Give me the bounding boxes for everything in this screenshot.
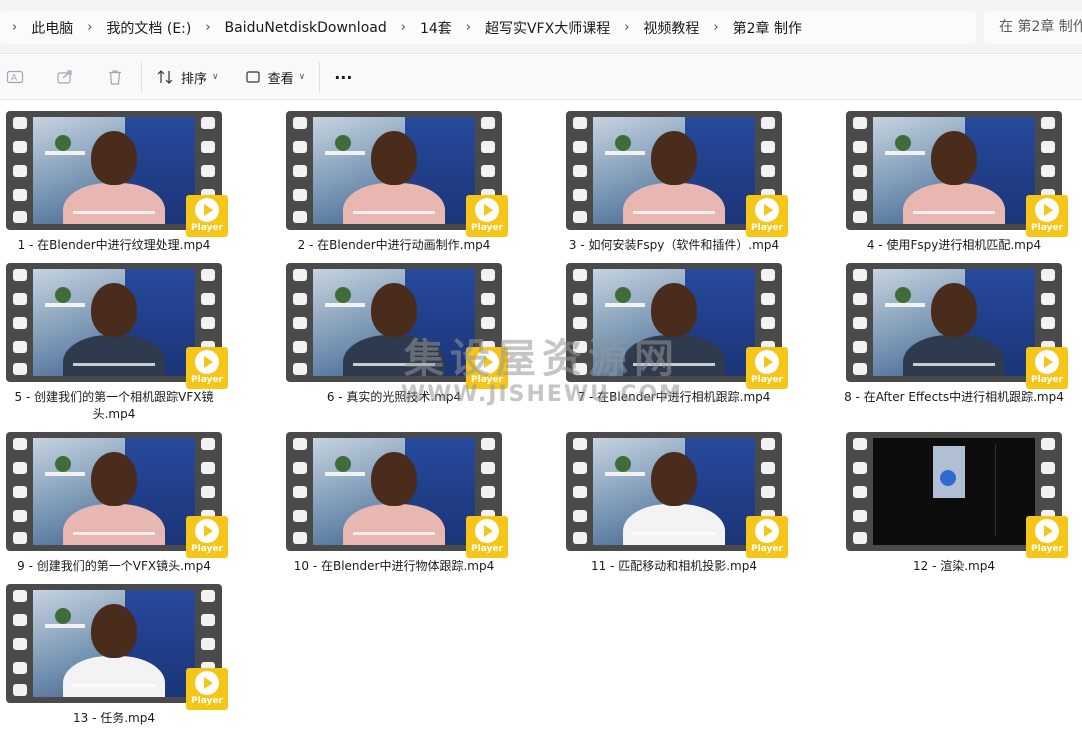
video-thumbnail[interactable]: Player xyxy=(566,111,788,237)
player-badge-label: Player xyxy=(191,223,223,233)
chevron-right-icon[interactable]: › xyxy=(616,20,637,35)
player-badge-label: Player xyxy=(471,375,503,385)
player-badge-label: Player xyxy=(471,544,503,554)
view-label: 查看 xyxy=(267,71,294,87)
video-frame xyxy=(33,438,195,545)
file-name[interactable]: 10 - 在Blender中进行物体跟踪.mp4 xyxy=(280,558,508,575)
video-thumbnail[interactable]: Player xyxy=(6,432,228,558)
player-badge-icon: Player xyxy=(466,195,508,237)
video-thumbnail[interactable]: Player xyxy=(846,432,1068,558)
toolbar-divider xyxy=(319,62,321,92)
breadcrumb-item[interactable]: 14套 xyxy=(414,18,458,38)
player-badge-label: Player xyxy=(1031,544,1063,554)
player-badge-icon: Player xyxy=(746,516,788,558)
player-badge-icon: Player xyxy=(746,195,788,237)
chevron-right-icon[interactable]: › xyxy=(393,20,414,35)
toolbar-divider xyxy=(141,62,142,92)
video-frame xyxy=(873,117,1035,224)
player-badge-label: Player xyxy=(1031,223,1063,233)
player-badge-label: Player xyxy=(191,375,223,385)
file-name[interactable]: 5 - 创建我们的第一个相机跟踪VFX镜头.mp4 xyxy=(0,389,228,423)
video-frame xyxy=(873,269,1035,376)
player-badge-icon: Player xyxy=(186,516,228,558)
breadcrumb-item-current[interactable]: 第2章 制作 xyxy=(727,18,808,38)
video-frame xyxy=(313,269,475,376)
file-name[interactable]: 6 - 真实的光照技术.mp4 xyxy=(280,389,508,406)
file-name[interactable]: 13 - 任务.mp4 xyxy=(0,710,228,727)
file-name[interactable]: 1 - 在Blender中进行纹理处理.mp4 xyxy=(0,237,228,254)
video-thumbnail[interactable]: Player xyxy=(286,263,508,389)
breadcrumb[interactable]: › 此电脑 › 我的文档 (E:) › BaiduNetdiskDownload… xyxy=(0,11,976,44)
file-name[interactable]: 8 - 在After Effects中进行相机跟踪.mp4 xyxy=(840,389,1068,406)
video-frame xyxy=(313,117,475,224)
video-frame xyxy=(313,438,475,545)
video-thumbnail[interactable]: Player xyxy=(286,432,508,558)
player-badge-icon: Player xyxy=(186,195,228,237)
player-badge-label: Player xyxy=(191,544,223,554)
chevron-right-icon[interactable]: › xyxy=(458,20,479,35)
breadcrumb-item[interactable]: 超写实VFX大师课程 xyxy=(479,18,616,38)
video-frame xyxy=(33,590,195,697)
video-thumbnail[interactable]: Player xyxy=(6,584,228,710)
breadcrumb-item[interactable]: BaiduNetdiskDownload xyxy=(219,20,393,36)
file-name[interactable]: 2 - 在Blender中进行动画制作.mp4 xyxy=(280,237,508,254)
sort-icon xyxy=(157,70,173,84)
delete-icon[interactable] xyxy=(103,65,127,89)
chevron-right-icon[interactable]: › xyxy=(705,20,726,35)
video-frame xyxy=(593,269,755,376)
player-badge-icon: Player xyxy=(1026,195,1068,237)
chevron-right-icon[interactable]: › xyxy=(79,20,100,35)
file-name[interactable]: 12 - 渲染.mp4 xyxy=(840,558,1068,575)
video-thumbnail[interactable]: Player xyxy=(6,263,228,389)
player-badge-icon: Player xyxy=(466,516,508,558)
chevron-down-icon: ∨ xyxy=(298,72,306,82)
file-name[interactable]: 11 - 匹配移动和相机投影.mp4 xyxy=(560,558,788,575)
player-badge-icon: Player xyxy=(466,347,508,389)
player-badge-label: Player xyxy=(471,223,503,233)
player-badge-label: Player xyxy=(751,544,783,554)
player-badge-icon: Player xyxy=(746,347,788,389)
command-bar: A 排序 ∨ 查看 ∨ ··· xyxy=(0,55,1082,100)
video-frame xyxy=(873,438,1035,545)
sort-label: 排序 xyxy=(181,71,208,87)
file-name[interactable]: 3 - 如何安装Fspy（软件和插件）.mp4 xyxy=(560,237,788,254)
file-name[interactable]: 9 - 创建我们的第一个VFX镜头.mp4 xyxy=(0,558,228,575)
player-badge-label: Player xyxy=(1031,375,1063,385)
video-frame xyxy=(593,117,755,224)
video-thumbnail[interactable]: Player xyxy=(286,111,508,237)
player-badge-label: Player xyxy=(751,223,783,233)
more-icon: ··· xyxy=(334,67,353,87)
chevron-down-icon: ∨ xyxy=(212,72,219,82)
svg-text:A: A xyxy=(11,74,18,84)
sort-button[interactable]: 排序 ∨ xyxy=(156,68,219,87)
view-button[interactable]: 查看 ∨ xyxy=(245,68,306,87)
video-thumbnail[interactable]: Player xyxy=(6,111,228,237)
chevron-right-icon[interactable]: › xyxy=(197,20,218,35)
share-icon[interactable] xyxy=(53,65,77,89)
view-icon xyxy=(246,71,260,83)
more-options-button[interactable]: ··· xyxy=(334,68,352,87)
file-name[interactable]: 7 - 在Blender中进行相机跟踪.mp4 xyxy=(560,389,788,406)
breadcrumb-item[interactable]: 此电脑 xyxy=(25,18,79,38)
breadcrumb-item[interactable]: 我的文档 (E:) xyxy=(100,18,197,38)
rename-icon[interactable]: A xyxy=(3,65,27,89)
video-thumbnail[interactable]: Player xyxy=(846,263,1068,389)
video-thumbnail[interactable]: Player xyxy=(566,263,788,389)
player-badge-label: Player xyxy=(191,696,223,706)
breadcrumb-item[interactable]: 视频教程 xyxy=(637,18,705,38)
video-thumbnail[interactable]: Player xyxy=(566,432,788,558)
player-badge-icon: Player xyxy=(1026,347,1068,389)
player-badge-icon: Player xyxy=(186,347,228,389)
video-frame xyxy=(33,269,195,376)
video-frame xyxy=(593,438,755,545)
address-bar: › 此电脑 › 我的文档 (E:) › BaiduNetdiskDownload… xyxy=(0,0,1082,54)
file-name[interactable]: 4 - 使用Fspy进行相机匹配.mp4 xyxy=(840,237,1068,254)
chevron-right-icon[interactable]: › xyxy=(4,20,25,35)
video-frame xyxy=(33,117,195,224)
player-badge-icon: Player xyxy=(186,668,228,710)
player-badge-label: Player xyxy=(751,375,783,385)
player-badge-icon: Player xyxy=(1026,516,1068,558)
search-input[interactable]: 在 第2章 制作 xyxy=(984,11,1082,44)
video-thumbnail[interactable]: Player xyxy=(846,111,1068,237)
